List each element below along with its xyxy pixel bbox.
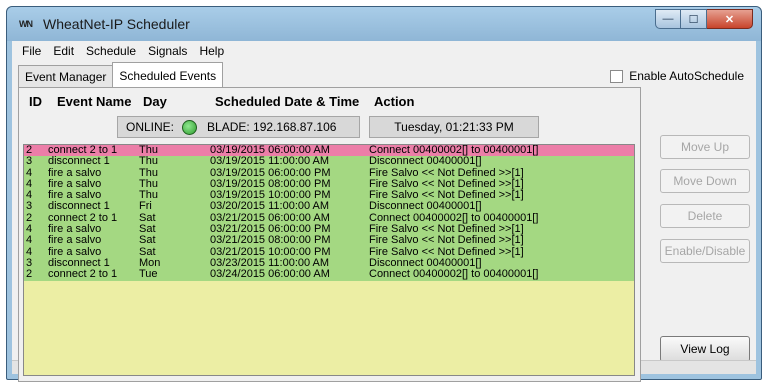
menu-signals[interactable]: Signals [142, 41, 193, 61]
event-action: Connect 00400002[] to 00400001[] [369, 268, 539, 281]
event-id: 3 [26, 155, 33, 168]
maximize-button[interactable]: ☐ [681, 9, 707, 29]
event-datetime: 03/21/2015 08:00:00 PM [210, 234, 331, 247]
event-action: Disconnect 00400001[] [369, 155, 482, 168]
event-action: Disconnect 00400001[] [369, 200, 482, 213]
enable-autoschedule-checkbox[interactable]: Enable AutoSchedule [610, 69, 744, 83]
event-row[interactable]: 4 fire a salvo Thu 03/19/2015 10:00:00 PM Fi… [24, 190, 634, 202]
current-time: Tuesday, 01:21:33 PM [369, 116, 539, 138]
column-header-datetime: Scheduled Date & Time [215, 94, 360, 109]
event-datetime: 03/24/2015 06:00:00 AM [210, 268, 330, 281]
close-icon: ✕ [724, 13, 735, 26]
close-button[interactable]: ✕ [707, 9, 753, 29]
event-datetime: 03/19/2015 11:00:00 AM [210, 155, 330, 168]
window-title: WheatNet-IP Scheduler [43, 16, 190, 32]
event-name: fire a salvo [48, 166, 102, 179]
event-day: Fri [139, 200, 152, 213]
move-down-button[interactable]: Move Down [660, 169, 750, 193]
event-row[interactable]: 3 disconnect 1 Thu 03/19/2015 11:00:00 AM Di… [24, 155, 634, 168]
app-logo-icon: WN [19, 19, 33, 29]
minimize-icon: — [662, 13, 674, 25]
event-id: 3 [26, 200, 33, 213]
client-area: File Edit Schedule Signals Help Event Ma… [12, 41, 756, 382]
event-row[interactable]: 4 fire a salvo Sat 03/21/2015 10:00:00 PM Fi… [24, 246, 634, 258]
column-header-day: Day [143, 94, 167, 109]
enable-autoschedule-label: Enable AutoSchedule [629, 69, 744, 83]
view-log-button[interactable]: View Log [660, 336, 750, 362]
event-id: 4 [26, 166, 33, 179]
event-action: Fire Salvo << Not Defined >>[1] [369, 234, 524, 247]
minimize-button[interactable]: — [655, 9, 681, 29]
enable-disable-button[interactable]: Enable/Disable [660, 239, 750, 263]
tab-scheduled-events[interactable]: Scheduled Events [112, 62, 224, 87]
event-name: connect 2 to 1 [48, 268, 118, 281]
menu-help[interactable]: Help [193, 41, 230, 61]
menu-edit[interactable]: Edit [47, 41, 80, 61]
column-header-id: ID [29, 94, 42, 109]
event-name: fire a salvo [48, 234, 102, 247]
maximize-icon: ☐ [688, 13, 699, 26]
event-id: 2 [26, 268, 33, 281]
window-controls: — ☐ ✕ [655, 9, 753, 29]
tab-strip: Event Manager Scheduled Events [18, 62, 224, 87]
event-name: disconnect 1 [48, 200, 110, 213]
event-row[interactable]: 2 connect 2 to 1 Tue 03/24/2015 06:00:00 AM… [24, 268, 634, 281]
column-header-action: Action [374, 94, 415, 109]
event-list[interactable]: 2 connect 2 to 1 Thu 03/19/2015 06:00:00 AM… [23, 144, 635, 376]
event-name: disconnect 1 [48, 155, 110, 168]
online-indicator-icon [182, 119, 198, 135]
tab-event-manager[interactable]: Event Manager [18, 65, 114, 87]
scheduled-events-panel: ID Event Name Day Scheduled Date & Time … [18, 87, 641, 382]
event-action: Fire Salvo << Not Defined >>[1] [369, 166, 524, 179]
connection-status: ONLINE: BLADE: 192.168.87.106 [117, 116, 360, 138]
event-row[interactable]: 4 fire a salvo Sat 03/21/2015 08:00:00 PM Fi… [24, 234, 634, 247]
column-header-event-name: Event Name [57, 94, 132, 109]
event-datetime: 03/19/2015 06:00:00 PM [210, 166, 331, 179]
title-bar[interactable]: WN WheatNet-IP Scheduler — ☐ ✕ [7, 7, 761, 41]
blade-address: BLADE: 192.168.87.106 [207, 120, 337, 134]
scheduler-window: WN WheatNet-IP Scheduler — ☐ ✕ File Edit… [6, 6, 762, 382]
event-day: Tue [139, 268, 158, 281]
delete-button[interactable]: Delete [660, 204, 750, 228]
menu-file[interactable]: File [16, 41, 47, 61]
menu-schedule[interactable]: Schedule [80, 41, 142, 61]
event-datetime: 03/20/2015 11:00:00 AM [210, 200, 330, 213]
event-day: Sat [139, 234, 156, 247]
menu-bar: File Edit Schedule Signals Help [12, 41, 756, 61]
event-id: 4 [26, 234, 33, 247]
event-row[interactable]: 2 connect 2 to 1 Thu 03/19/2015 06:00:00 AM… [24, 145, 634, 157]
checkbox-box[interactable] [610, 69, 624, 83]
move-up-button[interactable]: Move Up [660, 135, 750, 159]
event-day: Thu [139, 155, 158, 168]
online-label: ONLINE: [126, 120, 175, 134]
event-day: Thu [139, 166, 158, 179]
